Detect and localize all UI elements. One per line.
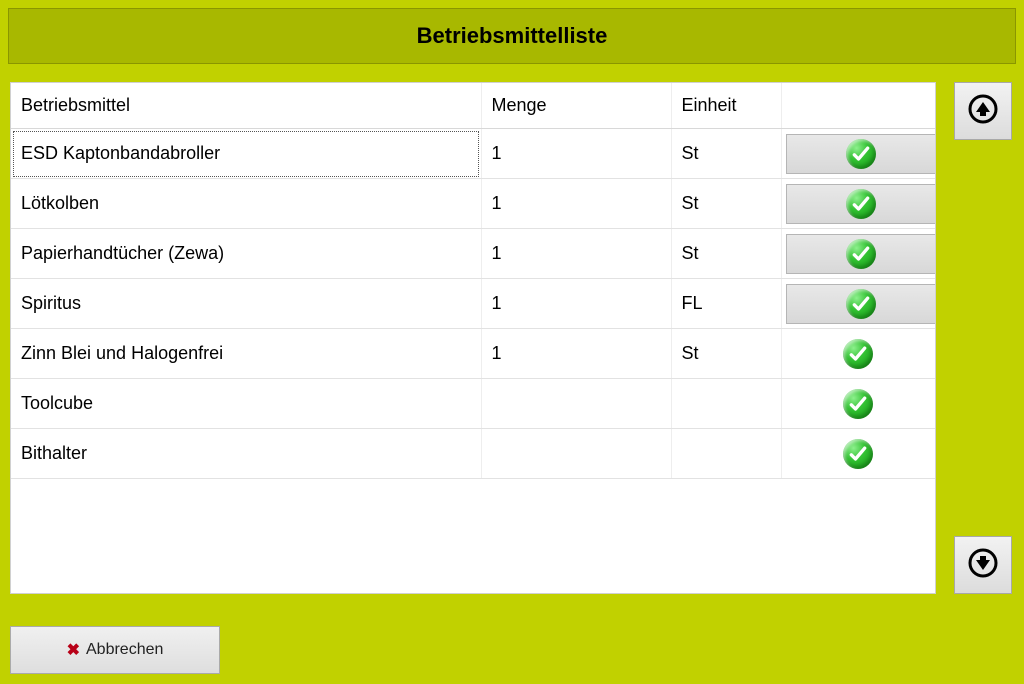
cancel-button[interactable]: ✖ Abbrechen — [10, 626, 220, 674]
col-menge[interactable]: Menge — [481, 83, 671, 129]
cell-einheit[interactable] — [671, 379, 781, 429]
check-icon — [846, 289, 876, 319]
cell-menge[interactable]: 1 — [481, 229, 671, 279]
scroll-down-button[interactable] — [954, 536, 1012, 594]
cell-betriebsmittel[interactable]: ESD Kaptonbandabroller — [11, 129, 481, 179]
arrow-down-icon — [967, 547, 999, 584]
scroll-buttons — [954, 82, 1014, 594]
cell-status — [781, 379, 935, 429]
cell-betriebsmittel[interactable]: Toolcube — [11, 379, 481, 429]
col-status — [781, 83, 935, 129]
cell-einheit[interactable]: St — [671, 329, 781, 379]
cell-einheit[interactable]: St — [671, 229, 781, 279]
title-bar: Betriebsmittelliste — [8, 8, 1016, 64]
table-container: Betriebsmittel Menge Einheit ESD Kaptonb… — [10, 82, 936, 594]
cell-status — [781, 129, 935, 179]
cell-betriebsmittel[interactable]: Spiritus — [11, 279, 481, 329]
cell-menge[interactable]: 1 — [481, 129, 671, 179]
cell-einheit[interactable] — [671, 429, 781, 479]
status-button[interactable] — [786, 284, 936, 324]
cell-betriebsmittel[interactable]: Lötkolben — [11, 179, 481, 229]
scroll-up-button[interactable] — [954, 82, 1012, 140]
app-window: Betriebsmittelliste Betriebsmittel Menge… — [0, 0, 1024, 684]
table-row[interactable]: Bithalter — [11, 429, 935, 479]
table-row[interactable]: Papierhandtücher (Zewa)1St — [11, 229, 935, 279]
status-indicator — [843, 348, 873, 368]
table-row[interactable]: Spiritus1FL — [11, 279, 935, 329]
status-button[interactable] — [786, 184, 936, 224]
cell-betriebsmittel[interactable]: Zinn Blei und Halogenfrei — [11, 329, 481, 379]
table-row[interactable]: Toolcube — [11, 379, 935, 429]
col-einheit[interactable]: Einheit — [671, 83, 781, 129]
check-icon — [843, 389, 873, 419]
page-title: Betriebsmittelliste — [417, 23, 608, 49]
status-indicator — [843, 398, 873, 418]
cell-status — [781, 329, 935, 379]
check-icon — [846, 139, 876, 169]
table-row[interactable]: Lötkolben1St — [11, 179, 935, 229]
col-betriebsmittel[interactable]: Betriebsmittel — [11, 83, 481, 129]
status-button[interactable] — [786, 234, 936, 274]
cell-menge[interactable]: 1 — [481, 329, 671, 379]
cell-status — [781, 179, 935, 229]
table-row[interactable]: Zinn Blei und Halogenfrei1St — [11, 329, 935, 379]
status-indicator — [843, 448, 873, 468]
check-icon — [843, 439, 873, 469]
cell-menge[interactable] — [481, 429, 671, 479]
cell-betriebsmittel[interactable]: Bithalter — [11, 429, 481, 479]
cancel-label: Abbrechen — [86, 641, 163, 659]
check-icon — [846, 239, 876, 269]
cell-status — [781, 429, 935, 479]
equipment-table: Betriebsmittel Menge Einheit ESD Kaptonb… — [11, 83, 935, 479]
cell-status — [781, 279, 935, 329]
cell-menge[interactable]: 1 — [481, 179, 671, 229]
footer: ✖ Abbrechen — [10, 626, 220, 674]
table-header-row: Betriebsmittel Menge Einheit — [11, 83, 935, 129]
check-icon — [846, 189, 876, 219]
table-row[interactable]: ESD Kaptonbandabroller1St — [11, 129, 935, 179]
cell-status — [781, 229, 935, 279]
main-area: Betriebsmittel Menge Einheit ESD Kaptonb… — [10, 82, 1014, 594]
check-icon — [843, 339, 873, 369]
status-button[interactable] — [786, 134, 936, 174]
close-icon: ✖ — [67, 640, 80, 660]
cell-einheit[interactable]: St — [671, 129, 781, 179]
cell-einheit[interactable]: St — [671, 179, 781, 229]
cell-menge[interactable]: 1 — [481, 279, 671, 329]
arrow-up-icon — [967, 93, 999, 130]
cell-menge[interactable] — [481, 379, 671, 429]
cell-einheit[interactable]: FL — [671, 279, 781, 329]
cell-betriebsmittel[interactable]: Papierhandtücher (Zewa) — [11, 229, 481, 279]
